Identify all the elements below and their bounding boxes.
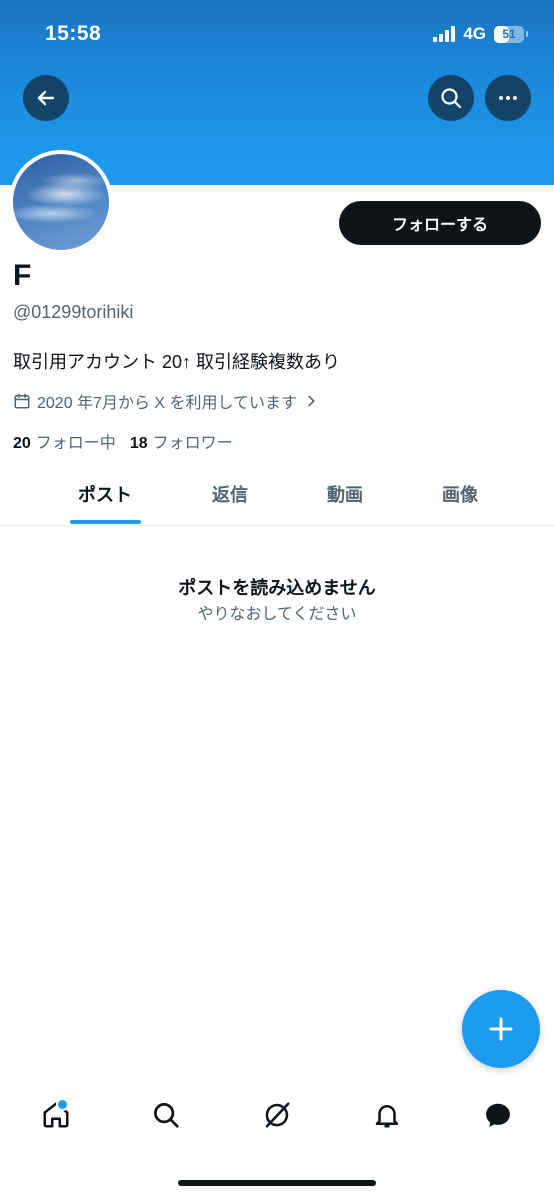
- followers-count: 18: [129, 435, 148, 452]
- signal-icon: [433, 26, 456, 42]
- network-type: 4G: [463, 24, 486, 43]
- chevron-right-icon: [308, 395, 315, 407]
- search-button[interactable]: [428, 75, 474, 121]
- active-tab-indicator: [70, 520, 141, 524]
- nav-messages[interactable]: [478, 1095, 518, 1135]
- battery-percent: 51: [502, 27, 516, 41]
- following-count: 20: [13, 435, 31, 452]
- bio: 取引用アカウント 20↑ 取引経験複数あり: [13, 352, 341, 372]
- battery-icon: 51: [494, 25, 524, 43]
- display-name: F: [13, 259, 32, 292]
- plus-icon: [489, 1017, 513, 1041]
- joined-date[interactable]: 2020 年7月から X を利用しています: [13, 389, 319, 413]
- empty-state-title: ポストを読み込めません: [178, 578, 376, 598]
- nav-grok[interactable]: [257, 1095, 297, 1135]
- status-time: 15:58: [45, 22, 102, 45]
- status-indicators: 4G 51: [433, 24, 528, 44]
- bottom-nav: [0, 1085, 554, 1145]
- grok-icon: [265, 1102, 290, 1128]
- nav-search[interactable]: [146, 1095, 186, 1135]
- tab-replies[interactable]: 返信: [212, 481, 248, 507]
- tab-images[interactable]: 画像: [442, 481, 478, 507]
- nav-home[interactable]: [36, 1095, 76, 1135]
- battery-tip: [526, 31, 528, 37]
- calendar-icon: [14, 393, 30, 409]
- profile-tabs: ポスト 返信 動画 画像: [0, 465, 554, 526]
- handle: @01299torihiki: [13, 302, 134, 322]
- following-label: フォロー中: [35, 435, 116, 452]
- search-icon: [441, 88, 462, 109]
- empty-state-subtitle[interactable]: やりなおしてください: [0, 600, 554, 624]
- messages-icon: [486, 1103, 510, 1127]
- more-button[interactable]: [485, 75, 531, 121]
- home-indicator[interactable]: [178, 1180, 376, 1186]
- followers-label: フォロワー: [152, 435, 233, 452]
- follow-button[interactable]: フォローする: [339, 201, 541, 245]
- back-button[interactable]: [23, 75, 69, 121]
- search-icon: [154, 1103, 179, 1128]
- bell-icon: [375, 1105, 399, 1128]
- nav-notifications[interactable]: [367, 1095, 407, 1135]
- avatar[interactable]: [9, 150, 113, 254]
- arrow-left-icon: [37, 90, 55, 106]
- tab-posts[interactable]: ポスト: [78, 481, 132, 507]
- following-link[interactable]: 20 フォロー中: [13, 429, 116, 453]
- compose-button[interactable]: [462, 990, 540, 1068]
- more-horizontal-icon: [499, 96, 517, 100]
- follow-counts: 20 フォロー中 18 フォロワー: [13, 429, 233, 453]
- followers-link[interactable]: 18 フォロワー: [130, 429, 233, 453]
- notification-dot: [56, 1098, 69, 1111]
- tab-videos[interactable]: 動画: [327, 481, 363, 507]
- joined-text: 2020 年7月から X を利用しています: [37, 395, 298, 412]
